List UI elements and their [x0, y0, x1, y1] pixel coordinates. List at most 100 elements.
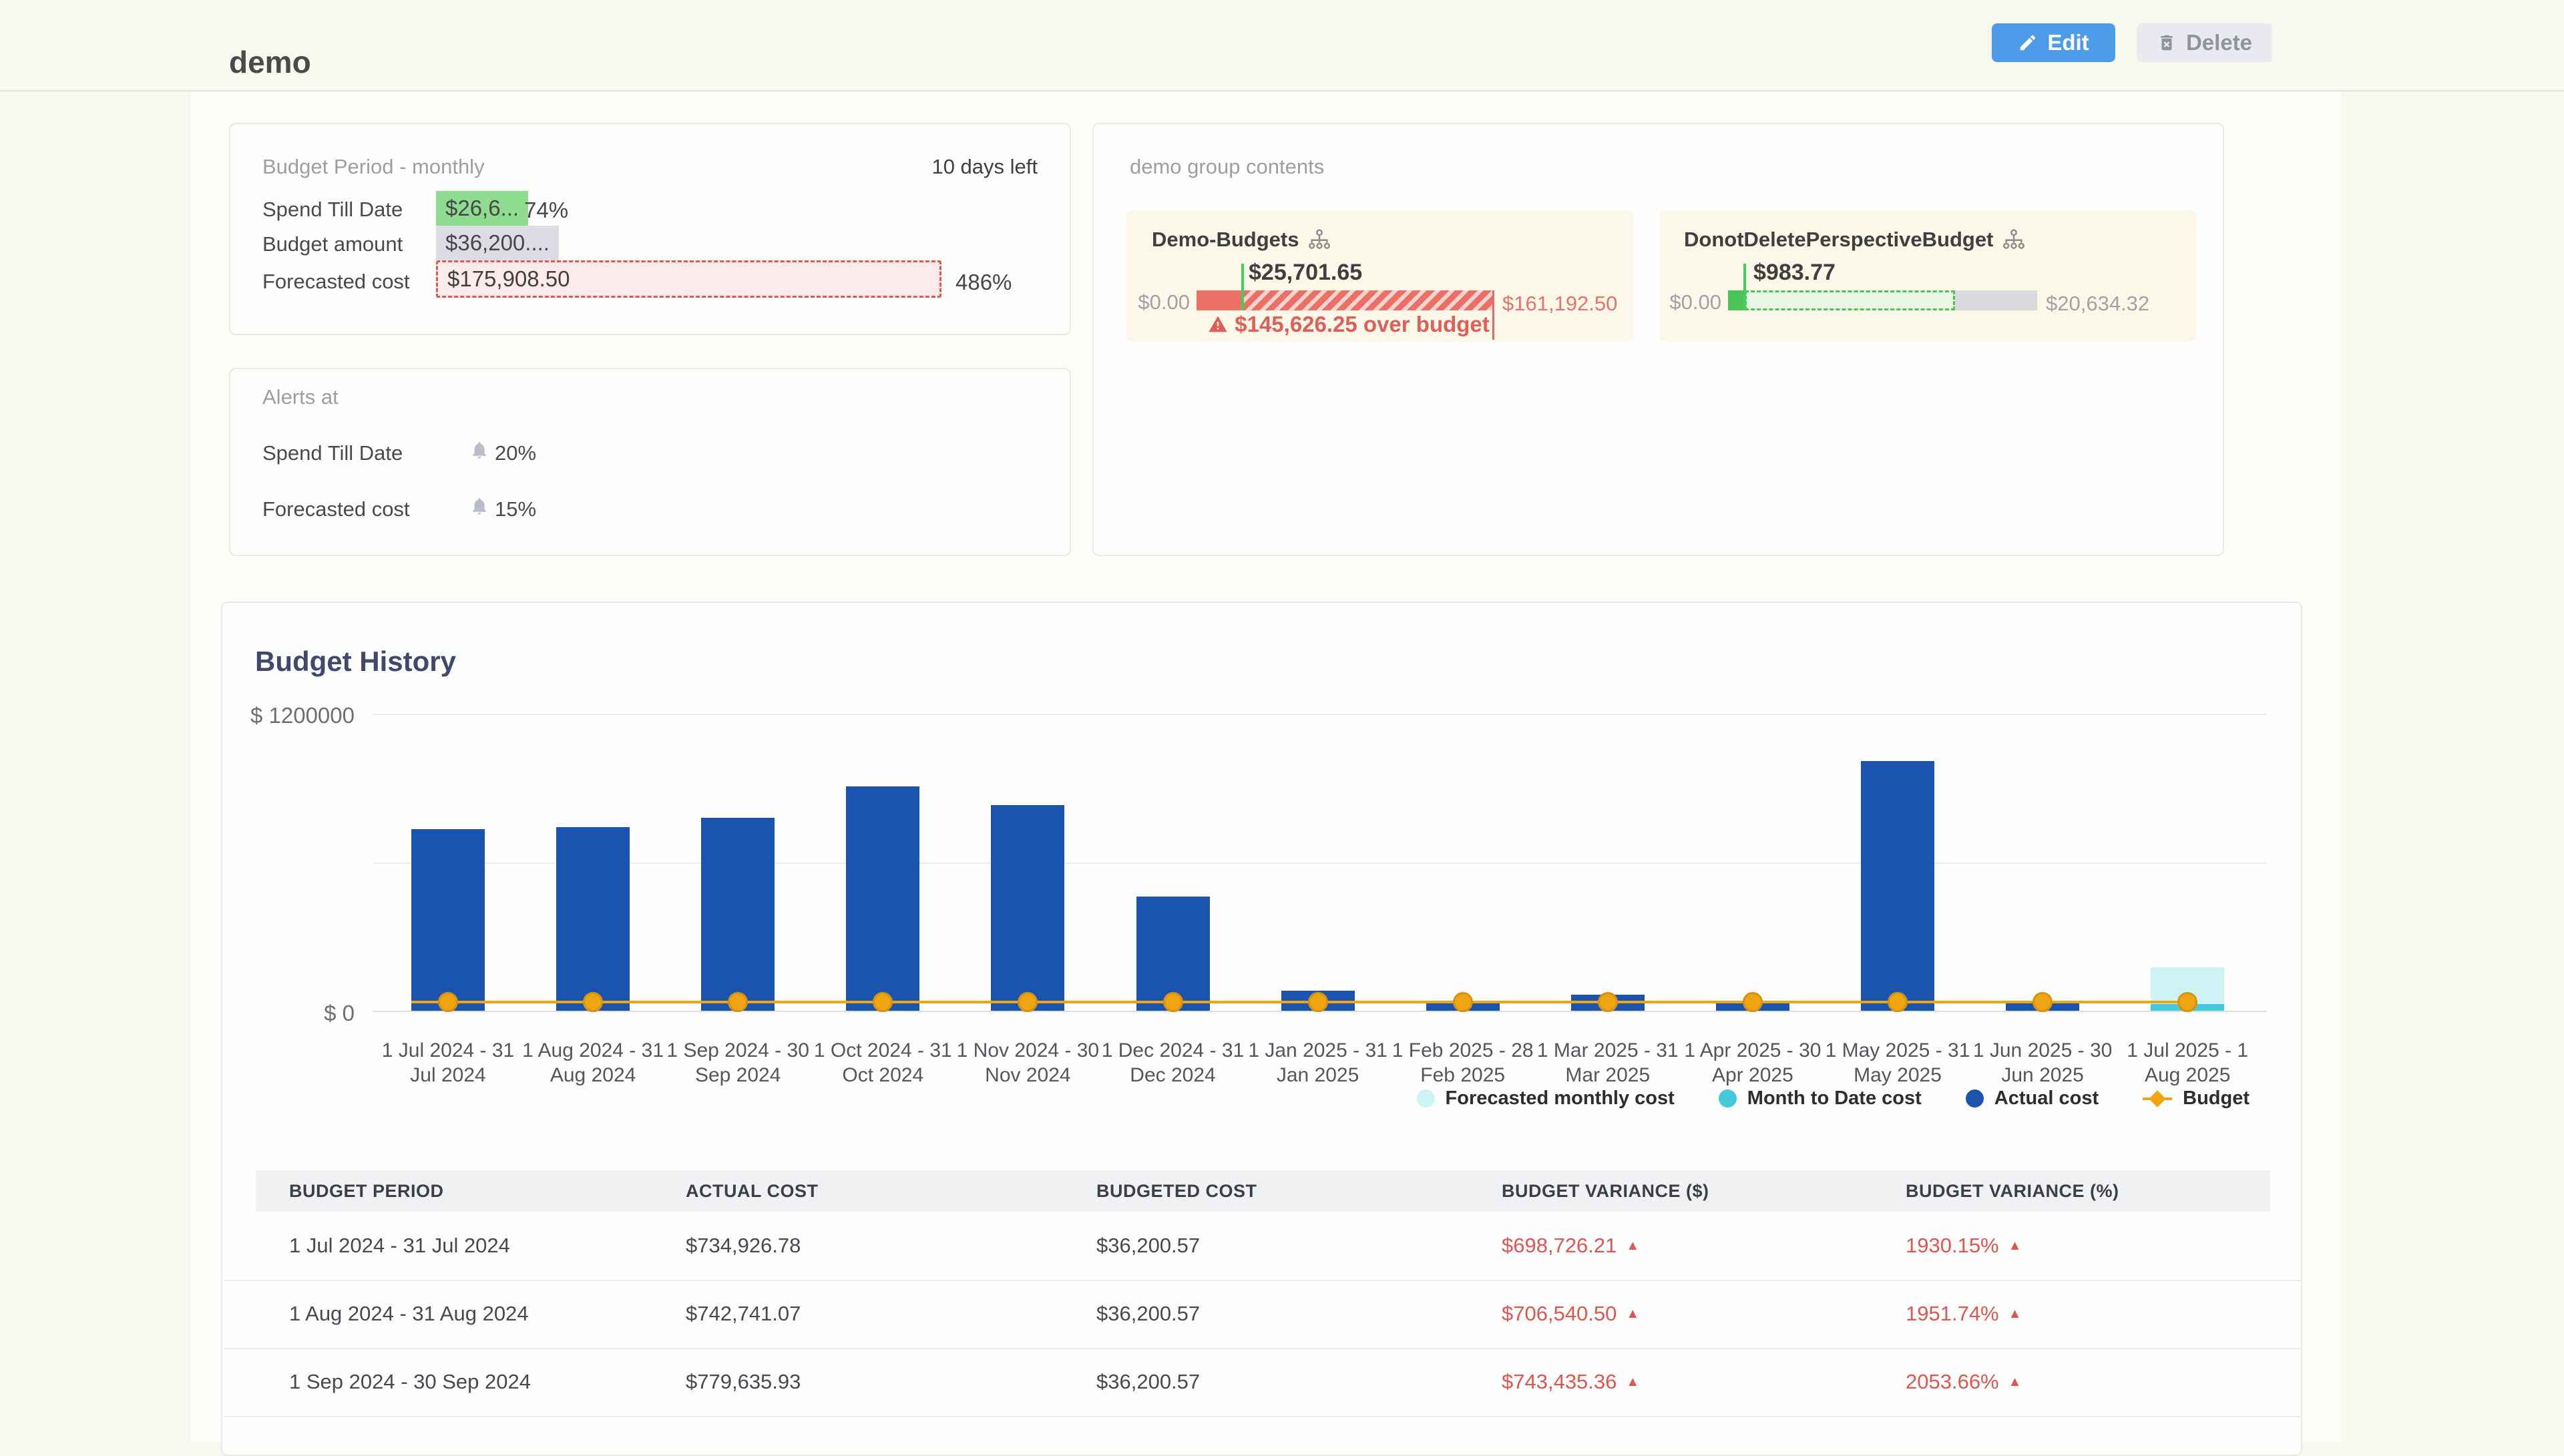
table-cell-actual: $742,741.07 [686, 1280, 801, 1348]
org-chart-icon [2002, 228, 2025, 251]
budget-item-name: Demo-Budgets [1152, 228, 1299, 252]
actual-end-line [1492, 290, 1494, 340]
legend-item[interactable]: Budget [2143, 1087, 2250, 1110]
spend-till-date-label: Spend Till Date [262, 198, 403, 222]
over-budget-warning: $145,626.25 over budget [1205, 312, 1492, 340]
chart-legend: Forecasted monthly cost Month to Date cos… [1417, 1087, 2250, 1110]
delete-button[interactable]: Delete [2137, 23, 2272, 62]
table-cell-variance_usd: $706,540.50▲ [1502, 1280, 1639, 1348]
table-cell-period: 1 Sep 2024 - 30 Sep 2024 [289, 1348, 531, 1416]
budget-point [2033, 992, 2053, 1012]
alert-forecast-label: Forecasted cost [262, 497, 410, 521]
bar-end-label: $20,634.32 [2046, 292, 2149, 316]
x-axis-label: 1 Apr 2025 - 30Apr 2025 [1679, 1038, 1826, 1087]
budget-marker-line [1743, 264, 1746, 310]
actual-cost-bar[interactable] [411, 829, 485, 1011]
variance-up-icon: ▲ [2008, 1238, 2022, 1253]
variance-up-icon: ▲ [2008, 1306, 2022, 1321]
actual-cost-bar[interactable] [1861, 761, 1934, 1011]
table-row: 1 Jul 2024 - 31 Jul 2024$734,926.78$36,2… [224, 1212, 2302, 1281]
table-cell-actual: $734,926.78 [686, 1212, 801, 1280]
budget-item-name: DonotDeletePerspectiveBudget [1684, 228, 1993, 252]
x-axis-label: 1 Nov 2024 - 30Nov 2024 [954, 1038, 1101, 1087]
bar-start-label: $0.00 [1659, 290, 1721, 314]
budget-period-card: Budget Period - monthly 10 days left Spe… [229, 123, 1071, 335]
budget-point [1018, 992, 1038, 1012]
budget-point [1598, 992, 1618, 1012]
days-left: 10 days left [931, 155, 1038, 179]
budget-item-donotdelete[interactable]: DonotDeletePerspectiveBudget $983.77 $0.… [1659, 210, 2196, 341]
table-header: BUDGET PERIODACTUAL COSTBUDGETED COSTBUD… [256, 1170, 2270, 1212]
actual-cost-bar[interactable] [556, 827, 630, 1011]
forecasted-cost-label: Forecasted cost [262, 270, 410, 294]
variance-up-icon: ▲ [1626, 1306, 1639, 1321]
x-axis-label: 1 Jul 2024 - 31Jul 2024 [375, 1038, 521, 1087]
edit-button[interactable]: Edit [1992, 23, 2115, 62]
table-cell-variance_usd: $743,435.36▲ [1502, 1348, 1639, 1416]
x-axis-label: 1 Feb 2025 - 28Feb 2025 [1390, 1038, 1536, 1087]
alerts-card: Alerts at Spend Till Date 20% Forecasted… [229, 368, 1071, 556]
over-budget-text: $145,626.25 over budget [1235, 312, 1490, 336]
forecast-bar-segment [1745, 290, 1955, 310]
page-title: demo [229, 44, 311, 80]
legend-item[interactable]: Forecasted monthly cost [1417, 1087, 1675, 1110]
spent-bar-segment [1197, 290, 1243, 310]
group-contents-card: demo group contents Demo-Budgets $25,701… [1092, 123, 2224, 556]
legend-label: Actual cost [1994, 1087, 2099, 1110]
budget-marker-line [1241, 264, 1244, 310]
table-row: 1 Sep 2024 - 30 Sep 2024 $779,635.93 $36,2… [224, 1348, 2302, 1417]
legend-item[interactable]: Actual cost [1966, 1087, 2099, 1110]
bar-end-label: $161,192.50 [1502, 292, 1617, 316]
table-column-header: ACTUAL COST [686, 1170, 819, 1212]
actual-cost-bar[interactable] [701, 818, 775, 1011]
pencil-icon [2018, 33, 2038, 53]
trash-icon [2157, 33, 2177, 53]
spent-bar-segment [1728, 290, 1745, 310]
bell-icon [469, 496, 489, 519]
alert-spend-value: 20% [495, 441, 536, 465]
legend-dot [1719, 1089, 1737, 1108]
legend-dot [1966, 1089, 1984, 1108]
legend-label: Month to Date cost [1747, 1087, 1922, 1110]
table-cell-actual: $779,635.93 [686, 1348, 801, 1416]
table-cell-variance_usd: $698,726.21▲ [1502, 1212, 1639, 1280]
actual-cost-bar[interactable] [991, 805, 1064, 1011]
alert-forecast-value: 15% [495, 497, 536, 521]
x-axis-label: 1 Jul 2025 - 1Aug 2025 [2114, 1038, 2261, 1087]
budget-point [1453, 992, 1473, 1012]
table-row: 1 Aug 2024 - 31 Aug 2024$742,741.07$36,2… [224, 1280, 2302, 1349]
budget-line [411, 1001, 2187, 1003]
delete-button-label: Delete [2186, 30, 2252, 55]
budget-point [438, 992, 458, 1012]
budget-amount-label: Budget amount [262, 232, 403, 256]
table-cell-budgeted: $36,200.57 [1096, 1348, 1200, 1416]
budget-amount-value: $36,200.... [436, 226, 559, 260]
edit-button-label: Edit [2047, 30, 2089, 55]
variance-up-icon: ▲ [1626, 1238, 1639, 1253]
y-axis-label-zero: $ 0 [222, 1001, 355, 1026]
alerts-title: Alerts at [262, 385, 339, 409]
actual-cost-bar[interactable] [846, 786, 919, 1011]
remaining-bar-segment [1955, 290, 2037, 310]
spend-percent: 74% [524, 198, 568, 223]
budget-point [1743, 992, 1763, 1012]
budget-history-card: Budget History $ 1200000 $ 0 1 Jul 2024 … [221, 601, 2302, 1456]
legend-label: Forecasted monthly cost [1446, 1087, 1675, 1110]
budget-item-demo-budgets[interactable]: Demo-Budgets $25,701.65 $0.00 $161,192.5… [1126, 210, 1633, 341]
legend-dot [1417, 1089, 1435, 1108]
warning-icon [1208, 314, 1228, 340]
budget-point [2177, 992, 2197, 1012]
spend-till-date-value: $26,6... [436, 191, 528, 226]
table-column-header: BUDGET PERIOD [289, 1170, 444, 1212]
legend-label: Budget [2183, 1087, 2250, 1110]
budget-point [728, 992, 748, 1012]
table-cell-variance_pct: 2053.66%▲ [1906, 1348, 2021, 1416]
variance-up-icon: ▲ [1626, 1375, 1639, 1389]
forecasted-cost-value: $175,908.50 [436, 260, 941, 298]
legend-item[interactable]: Month to Date cost [1719, 1087, 1922, 1110]
x-axis-label: 1 Dec 2024 - 31Dec 2024 [1100, 1038, 1247, 1087]
budget-point [1888, 992, 1908, 1012]
legend-line-marker [2143, 1089, 2172, 1108]
bell-icon [469, 440, 489, 463]
y-axis-label-max: $ 1200000 [222, 703, 355, 728]
